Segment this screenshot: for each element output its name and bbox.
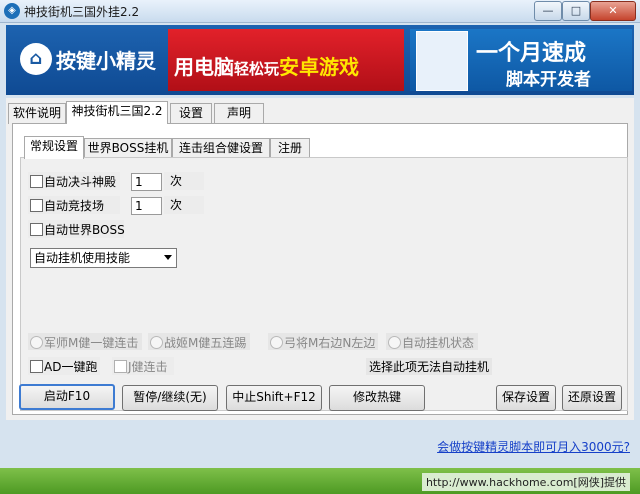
close-button[interactable]: ✕	[590, 1, 636, 21]
promo-link[interactable]: 会做按键精灵脚本即可月入3000元?	[437, 438, 630, 455]
ad-banner-android[interactable]: 用电脑轻松玩安卓游戏	[168, 29, 404, 91]
save-settings-button[interactable]: 保存设置	[496, 385, 556, 411]
radio-option-archer[interactable]: 弓将M右边N左边	[268, 333, 378, 350]
app-icon: ◈	[4, 3, 20, 19]
auto-duel-times-label: 次	[164, 172, 204, 190]
auto-duel-label: 自动决斗神殿	[44, 175, 117, 189]
status-text: http://www.hackhome.com[网侠]提供	[421, 473, 630, 491]
radio-strategist[interactable]	[30, 336, 43, 349]
j-combo-option[interactable]: J健连击	[112, 357, 174, 375]
ad-banner-android-text: 用电脑轻松玩安卓游戏	[174, 51, 359, 80]
world-boss-checkbox[interactable]	[30, 223, 43, 236]
radio-strategist-label: 军师M健一键连击	[44, 336, 139, 350]
auto-arena-count-input[interactable]: 1	[131, 197, 162, 215]
ad-banner-course[interactable]: 一个月速成 脚本开发者	[410, 29, 632, 91]
ad1-prefix: 用电脑	[174, 55, 234, 79]
ad2-subline: 脚本开发者	[506, 70, 591, 90]
subtab-register[interactable]: 注册	[270, 138, 310, 159]
world-boss-label: 自动世界BOSS	[44, 223, 125, 237]
chevron-down-icon	[164, 255, 172, 260]
j-combo-label: J健连击	[128, 360, 168, 374]
stop-button[interactable]: 中止Shift+F12	[226, 385, 322, 411]
tab-settings[interactable]: 设置	[170, 103, 212, 124]
subtab-general[interactable]: 常规设置	[24, 136, 84, 159]
restore-settings-button[interactable]: 还原设置	[562, 385, 622, 411]
ad-run-checkbox[interactable]	[30, 360, 43, 373]
skill-select[interactable]: 自动挂机使用技能	[30, 248, 177, 268]
maximize-button[interactable]: □	[562, 1, 590, 21]
auto-duel-count-input[interactable]: 1	[131, 173, 162, 191]
ad1-suffix: 安卓游戏	[279, 55, 360, 79]
subtab-world-boss[interactable]: 世界BOSS挂机	[84, 138, 172, 159]
radio-archer-label: 弓将M右边N左边	[284, 336, 376, 350]
j-combo-checkbox[interactable]	[114, 360, 127, 373]
radio-auto-status-label: 自动挂机状态	[402, 336, 475, 350]
world-boss-option[interactable]: 自动世界BOSS	[28, 220, 125, 238]
ad2-headline: 一个月速成	[476, 41, 587, 66]
subtab-combo-keys[interactable]: 连击组合健设置	[172, 138, 270, 159]
tab-software-info[interactable]: 软件说明	[8, 103, 66, 124]
notice-text: 选择此项无法自动挂机	[366, 358, 493, 375]
logo-text: 按键小精灵	[56, 49, 156, 73]
ad-run-label: AD一键跑	[44, 360, 98, 374]
ad1-mid: 轻松玩	[234, 60, 280, 78]
tab-statement[interactable]: 声明	[214, 103, 264, 124]
title-bar: ◈ 神技街机三国外挂2.2 — □ ✕	[0, 0, 640, 23]
banner: ⌂ 按键小精灵 用电脑轻松玩安卓游戏 一个月速成 脚本开发者	[6, 25, 634, 95]
logo: ⌂ 按键小精灵	[12, 37, 162, 83]
auto-duel-option[interactable]: 自动决斗神殿	[28, 172, 120, 190]
radio-warrior-label: 战姬M健五连踢	[164, 336, 247, 350]
radio-option-strategist[interactable]: 军师M健一键连击	[28, 333, 142, 350]
skill-select-value: 自动挂机使用技能	[34, 251, 131, 265]
radio-option-auto-status[interactable]: 自动挂机状态	[386, 333, 478, 350]
auto-arena-option[interactable]: 自动竞技场	[28, 196, 120, 214]
window-title: 神技街机三国外挂2.2	[24, 5, 140, 19]
radio-archer[interactable]	[270, 336, 283, 349]
book-icon	[416, 31, 468, 91]
radio-option-warrior[interactable]: 战姬M健五连踢	[148, 333, 250, 350]
hotkey-button[interactable]: 修改热键	[329, 385, 425, 411]
auto-arena-times-label: 次	[164, 196, 204, 214]
ad-run-option[interactable]: AD一键跑	[28, 357, 100, 375]
radio-auto-status[interactable]	[388, 336, 401, 349]
auto-arena-label: 自动竞技场	[44, 199, 105, 213]
tab-game-main[interactable]: 神技街机三国2.2	[66, 101, 168, 124]
status-bar: http://www.hackhome.com[网侠]提供	[0, 468, 640, 494]
start-button[interactable]: 启动F10	[19, 384, 115, 410]
minimize-button[interactable]: —	[534, 1, 562, 21]
radio-warrior[interactable]	[150, 336, 163, 349]
auto-arena-checkbox[interactable]	[30, 199, 43, 212]
auto-duel-checkbox[interactable]	[30, 175, 43, 188]
pause-button[interactable]: 暂停/继续(无)	[122, 385, 218, 411]
logo-icon: ⌂	[20, 43, 52, 75]
